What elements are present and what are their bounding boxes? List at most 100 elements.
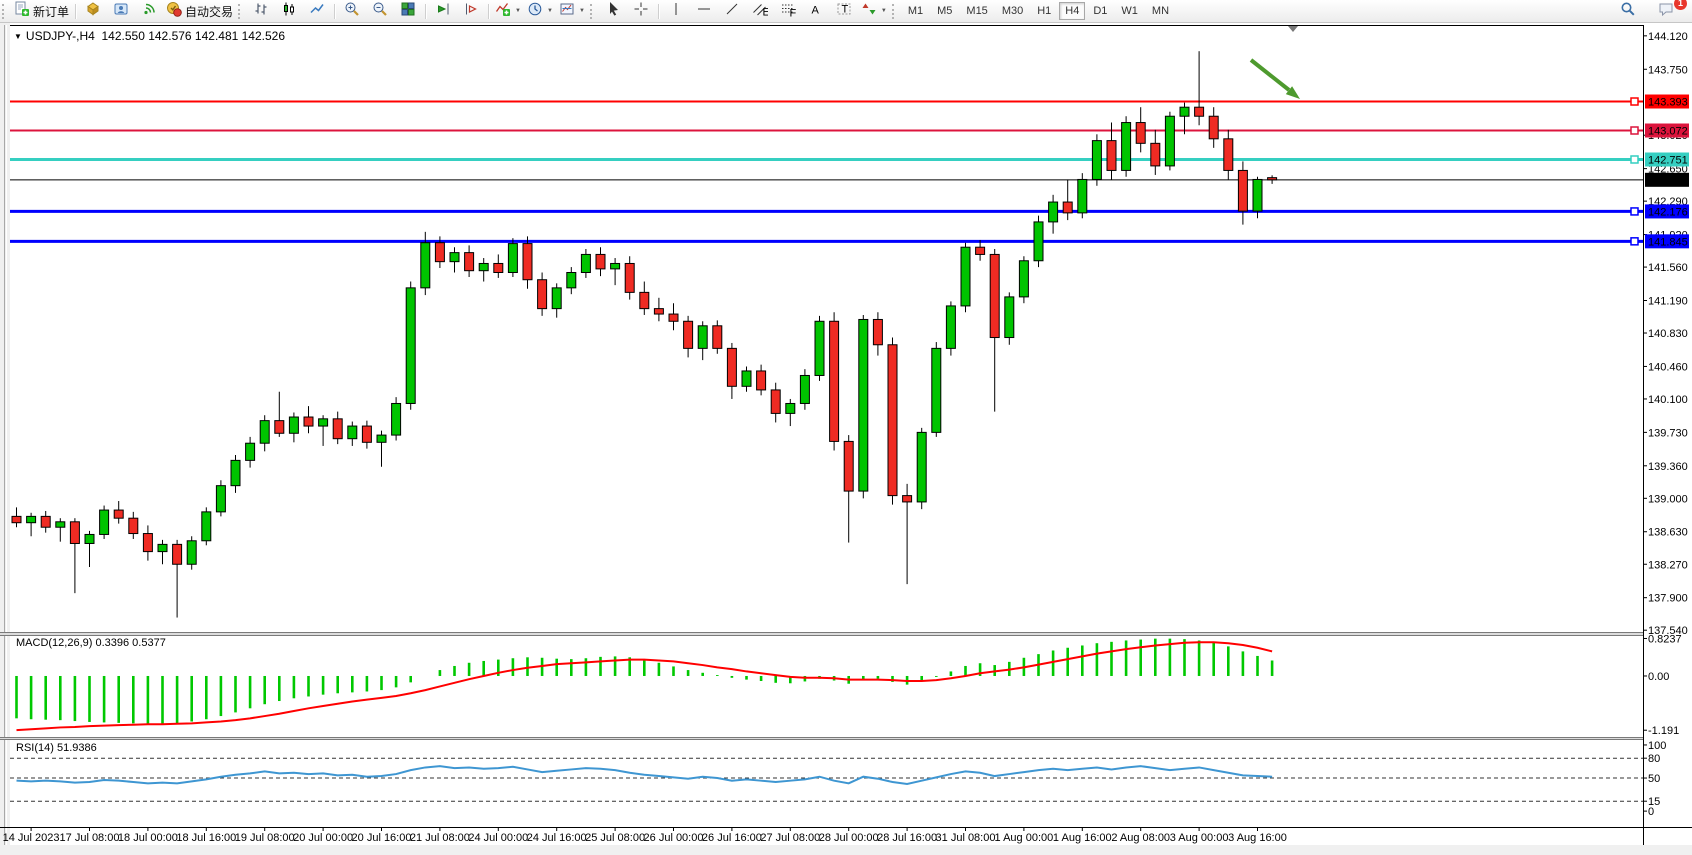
accounts-button[interactable] [107,1,135,21]
rsi-tick-label: 80 [1648,753,1660,765]
time-tick-label: 24 Jul 16:00 [527,832,587,844]
candle-body [1092,141,1101,180]
candle-body [727,348,736,386]
zoom-out-button[interactable] [366,1,394,21]
trendline-button[interactable] [718,1,746,21]
cursor-button[interactable] [599,1,627,21]
price-tick-label: 140.460 [1648,361,1688,373]
price-tag-label: 141.845 [1648,236,1688,248]
candle-body [377,435,386,442]
time-tick-label: 26 Jul 00:00 [644,832,704,844]
horizontal-line-button[interactable] [690,1,718,21]
horizontal-line-icon [696,1,712,22]
candle-body [596,254,605,268]
vertical-line-button[interactable] [662,1,690,21]
candle-body [1005,297,1014,338]
autotrade-button[interactable]: 自动交易 [163,1,236,21]
candle-body [275,421,284,434]
text-button[interactable]: A [802,1,830,21]
hline-handle[interactable] [1631,208,1638,215]
candle-body [362,426,371,442]
rsi-indicator-label: RSI(14) 51.9386 [16,742,97,754]
candle-body [435,243,444,262]
templates-button[interactable]: ▼ [556,1,588,21]
time-tick-label: 1 Aug 00:00 [995,832,1054,844]
deposit-button[interactable] [79,1,107,21]
candle-body [508,244,517,273]
candle-body [1253,179,1262,211]
candle-body [1063,202,1072,213]
hline-handle[interactable] [1631,238,1638,245]
candle-body [392,403,401,435]
time-tick-label: 28 Jul 16:00 [877,832,937,844]
timeframe-d1[interactable]: D1 [1087,2,1113,20]
tile-windows-button[interactable] [394,1,422,21]
chart-svg[interactable]: 144.120143.750143.020142.650142.290141.9… [0,0,1692,850]
time-tick-label: 28 Jul 00:00 [819,832,879,844]
toolbar-grip [892,4,897,19]
candle-body [1195,107,1204,116]
hline-handle[interactable] [1631,98,1638,105]
timeframe-h4[interactable]: H4 [1059,2,1085,20]
arrows-button[interactable]: ▼ [858,1,890,21]
price-tick-label: 140.830 [1648,328,1688,340]
candle-body [129,518,138,533]
candle-body [494,263,503,272]
time-tick-label: 3 Aug 00:00 [1170,832,1229,844]
candle-body [348,426,357,439]
channel-button[interactable]: E [746,1,774,21]
candle-body [173,544,182,564]
chevron-down-icon: ▼ [515,8,521,14]
timeframe-w1[interactable]: W1 [1115,2,1144,20]
price-tag-label: 142.526 [1648,175,1688,187]
line-chart-button[interactable] [303,1,331,21]
hline-handle[interactable] [1631,156,1638,163]
chevron-down-icon: ▼ [14,32,22,41]
candle-body [479,263,488,270]
indicators-button[interactable]: ▼ [492,1,524,21]
chart-canvas[interactable]: 144.120143.750143.020142.650142.290141.9… [0,0,1692,850]
candle-body [946,306,955,348]
bar-chart-button[interactable] [247,1,275,21]
candlestick-chart-button[interactable] [275,1,303,21]
chat-button[interactable]: 1 [1652,1,1680,21]
candle-body [713,326,722,349]
time-tick-label: 27 Jul 08:00 [760,832,820,844]
candle-body [830,321,839,441]
timeframe-m5[interactable]: M5 [931,2,958,20]
timeframe-m1[interactable]: M1 [902,2,929,20]
svg-text:T: T [841,3,848,15]
fibonacci-button[interactable]: F [774,1,802,21]
candle-body [27,516,36,522]
periods-button[interactable]: ▼ [524,1,556,21]
timeframe-m30[interactable]: M30 [996,2,1029,20]
candle-body [771,390,780,413]
signal-button[interactable] [135,1,163,21]
timeframe-h1[interactable]: H1 [1031,2,1057,20]
candle-body [260,421,269,444]
hline-handle[interactable] [1631,127,1638,134]
new-order-button[interactable]: 新订单 [11,1,72,21]
candle-body [143,534,152,552]
search-button[interactable] [1614,1,1642,21]
chart-shift-button[interactable] [457,1,485,21]
deposit-icon [85,1,101,22]
candle-body [976,247,985,254]
timeframe-m15[interactable]: M15 [960,2,993,20]
accounts-icon [113,1,129,22]
macd-tick-label: 0.00 [1648,671,1669,683]
chart-shift-icon [463,1,479,22]
candle-body [903,496,912,502]
zoom-in-button[interactable] [338,1,366,21]
time-tick-label: 14 Jul 2023 [3,832,60,844]
candle-body [888,345,897,496]
candle-body [1122,123,1131,171]
text-label-button[interactable]: T [830,1,858,21]
auto-scroll-button[interactable] [429,1,457,21]
candle-body [1165,116,1174,166]
time-tick-label: 1 Aug 16:00 [1053,832,1112,844]
timeframe-mn[interactable]: MN [1146,2,1175,20]
price-tick-label: 141.190 [1648,295,1688,307]
crosshair-button[interactable] [627,1,655,21]
channel-icon: E [752,1,768,22]
